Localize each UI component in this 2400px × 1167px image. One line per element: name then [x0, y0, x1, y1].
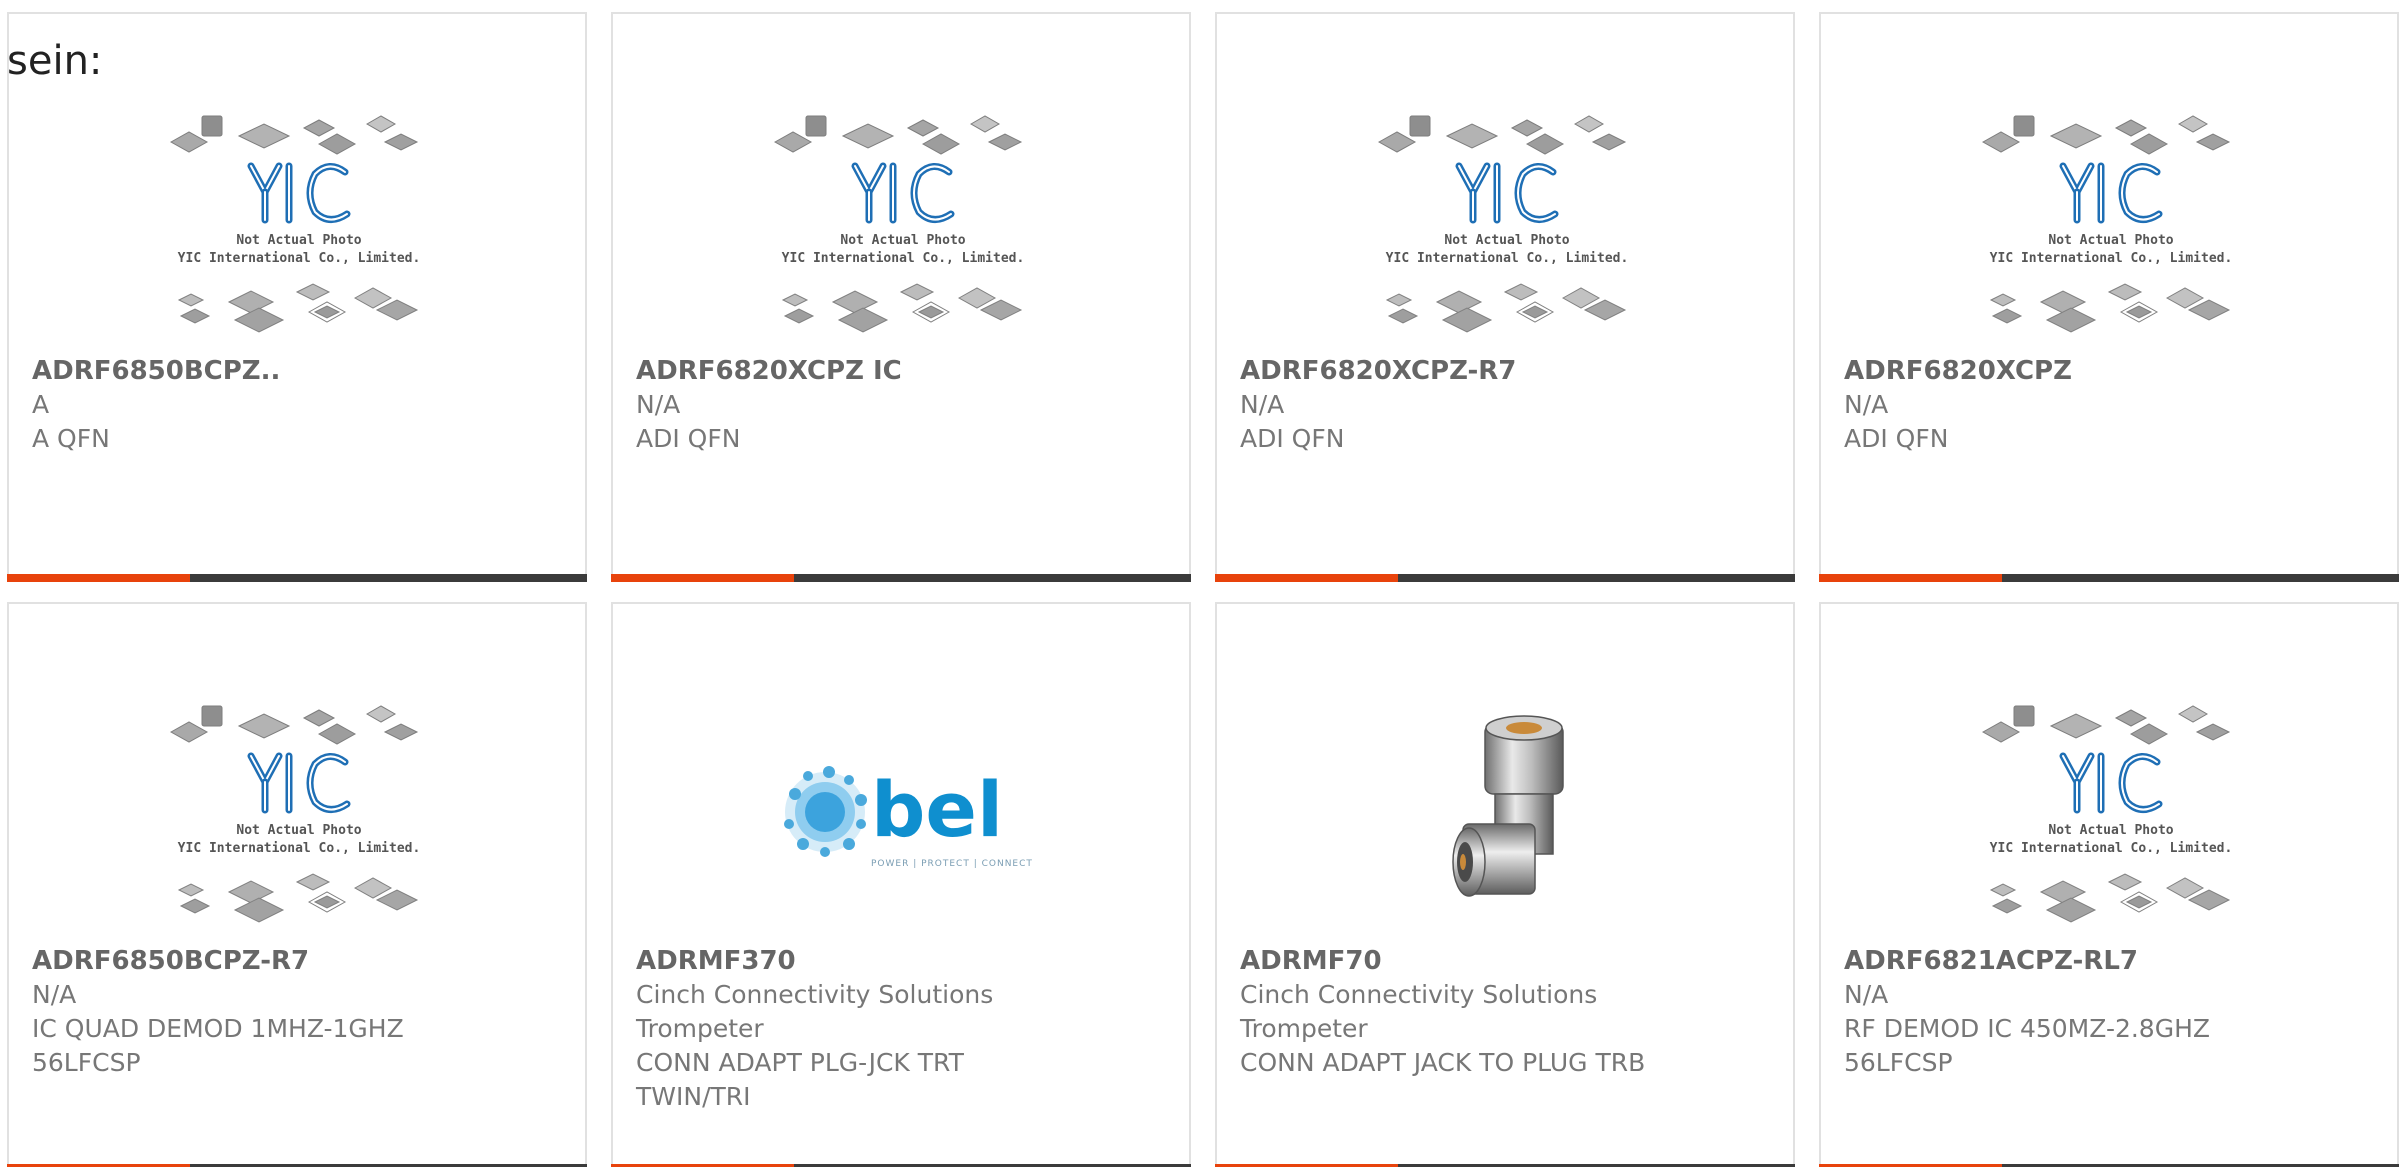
placeholder-caption: YIC International Co., Limited.: [178, 251, 421, 266]
product-detail-line: A QFN: [32, 424, 110, 453]
product-image[interactable]: Not Actual Photo YIC International Co., …: [763, 94, 1043, 354]
product-detail-line: 56LFCSP: [1844, 1048, 1953, 1077]
bnc-adapter-icon: [1452, 715, 1564, 897]
product-info: ADRMF70 Cinch Connectivity Solutions Tromp…: [1240, 944, 1773, 1080]
product-detail-line: N/A: [1844, 390, 1889, 419]
yic-placeholder-icon: Not Actual Photo YIC International Co., …: [773, 115, 1025, 333]
product-card[interactable]: bel POWER | PROTECT | CONNECT ADRMF370 Ci…: [611, 602, 1191, 1167]
card-accent-highlight: [1819, 574, 2002, 582]
product-detail-line: N/A: [636, 390, 681, 419]
product-detail-line: 56LFCSP: [32, 1048, 141, 1077]
placeholder-caption: YIC International Co., Limited.: [1990, 251, 2233, 266]
product-image[interactable]: [1367, 684, 1647, 944]
product-card[interactable]: Not Actual Photo YIC International Co., …: [611, 12, 1191, 582]
product-info: ADRF6820XCPZ N/A ADI QFN: [1844, 354, 2377, 456]
placeholder-caption: Not Actual Photo: [236, 233, 361, 248]
bel-logo-text: POWER | PROTECT | CONNECT: [871, 859, 1033, 869]
product-detail-line: Trompeter: [636, 1014, 764, 1043]
product-image[interactable]: Not Actual Photo YIC International Co., …: [1971, 684, 2251, 944]
product-part-number[interactable]: ADRMF370: [636, 944, 1169, 978]
placeholder-caption: Not Actual Photo: [236, 823, 361, 838]
product-image[interactable]: Not Actual Photo YIC International Co., …: [159, 94, 439, 354]
yic-placeholder-icon: Not Actual Photo YIC International Co., …: [1981, 115, 2233, 333]
card-accent-bar: [1819, 574, 2399, 582]
product-info: ADRF6850BCPZ.. A A QFN: [32, 354, 565, 456]
product-info: ADRF6820XCPZ-R7 N/A ADI QFN: [1240, 354, 1773, 456]
product-card[interactable]: ADRMF70 Cinch Connectivity Solutions Tromp…: [1215, 602, 1795, 1167]
card-accent-highlight: [1215, 574, 1398, 582]
card-accent-highlight: [7, 574, 190, 582]
product-card[interactable]: Not Actual Photo YIC International Co., …: [7, 602, 587, 1167]
card-accent-bar: [7, 574, 587, 582]
yic-placeholder-icon: Not Actual Photo YIC International Co., …: [1377, 115, 1629, 333]
product-part-number[interactable]: ADRF6850BCPZ..: [32, 354, 565, 388]
product-part-number[interactable]: ADRF6820XCPZ: [1844, 354, 2377, 388]
product-detail-line: Trompeter: [1240, 1014, 1368, 1043]
product-part-number[interactable]: ADRF6820XCPZ IC: [636, 354, 1169, 388]
product-detail-line: IC QUAD DEMOD 1MHZ-1GHZ: [32, 1014, 404, 1043]
placeholder-caption: YIC International Co., Limited.: [782, 251, 1025, 266]
product-info: ADRMF370 Cinch Connectivity Solutions Trom…: [636, 944, 1169, 1114]
product-part-number[interactable]: ADRF6820XCPZ-R7: [1240, 354, 1773, 388]
product-card[interactable]: Not Actual Photo YIC International Co., …: [1819, 602, 2399, 1167]
bel-logo-text: bel: [871, 765, 1003, 854]
product-detail-line: RF DEMOD IC 450MZ-2.8GHZ: [1844, 1014, 2211, 1043]
product-card[interactable]: Not Actual Photo YIC International Co., …: [1215, 12, 1795, 582]
yic-placeholder-icon: Not Actual Photo YIC International Co., …: [1981, 705, 2233, 923]
card-accent-bar: [1215, 574, 1795, 582]
product-detail-line: ADI QFN: [636, 424, 741, 453]
placeholder-caption: YIC International Co., Limited.: [1386, 251, 1629, 266]
product-detail-line: N/A: [32, 980, 77, 1009]
product-detail-line: ADI QFN: [1844, 424, 1949, 453]
placeholder-caption: Not Actual Photo: [840, 233, 965, 248]
yic-placeholder-icon: Not Actual Photo YIC International Co., …: [169, 705, 421, 923]
product-image[interactable]: bel POWER | PROTECT | CONNECT: [763, 684, 1043, 944]
placeholder-caption: Not Actual Photo: [1444, 233, 1569, 248]
product-info: ADRF6820XCPZ IC N/A ADI QFN: [636, 354, 1169, 456]
placeholder-caption: YIC International Co., Limited.: [1990, 841, 2233, 856]
product-detail-line: A: [32, 390, 50, 419]
card-accent-highlight: [611, 574, 794, 582]
product-detail-line: Cinch Connectivity Solutions: [636, 980, 994, 1009]
product-info: ADRF6850BCPZ-R7 N/A IC QUAD DEMOD 1MHZ-1GH…: [32, 944, 565, 1080]
product-grid: Not Actual Photo YIC International Co., …: [7, 12, 2399, 1167]
product-listing-page: sein: Not Actual Photo YIC International…: [0, 0, 2400, 1167]
product-detail-line: TWIN/TRI: [636, 1082, 751, 1111]
product-card[interactable]: Not Actual Photo YIC International Co., …: [7, 12, 587, 582]
product-detail-line: N/A: [1844, 980, 1889, 1009]
product-detail-line: N/A: [1240, 390, 1285, 419]
product-part-number[interactable]: ADRF6850BCPZ-R7: [32, 944, 565, 978]
product-detail-line: CONN ADAPT JACK TO PLUG TRB: [1240, 1048, 1646, 1077]
card-accent-bar: [611, 574, 1191, 582]
intro-text: sein:: [7, 38, 103, 84]
product-image[interactable]: Not Actual Photo YIC International Co., …: [1367, 94, 1647, 354]
product-detail-line: CONN ADAPT PLG-JCK TRT: [636, 1048, 964, 1077]
product-part-number[interactable]: ADRF6821ACPZ-RL7: [1844, 944, 2377, 978]
product-part-number[interactable]: ADRMF70: [1240, 944, 1773, 978]
bel-logo-icon: bel POWER | PROTECT | CONNECT: [784, 765, 1033, 869]
placeholder-caption: Not Actual Photo: [2048, 823, 2173, 838]
product-info: ADRF6821ACPZ-RL7 N/A RF DEMOD IC 450MZ-2.8…: [1844, 944, 2377, 1080]
product-card[interactable]: Not Actual Photo YIC International Co., …: [1819, 12, 2399, 582]
placeholder-caption: Not Actual Photo: [2048, 233, 2173, 248]
product-detail-line: Cinch Connectivity Solutions: [1240, 980, 1598, 1009]
product-image[interactable]: Not Actual Photo YIC International Co., …: [159, 684, 439, 944]
placeholder-caption: YIC International Co., Limited.: [178, 841, 421, 856]
product-detail-line: ADI QFN: [1240, 424, 1345, 453]
product-image[interactable]: Not Actual Photo YIC International Co., …: [1971, 94, 2251, 354]
yic-placeholder-icon: Not Actual Photo YIC International Co., …: [169, 115, 421, 333]
